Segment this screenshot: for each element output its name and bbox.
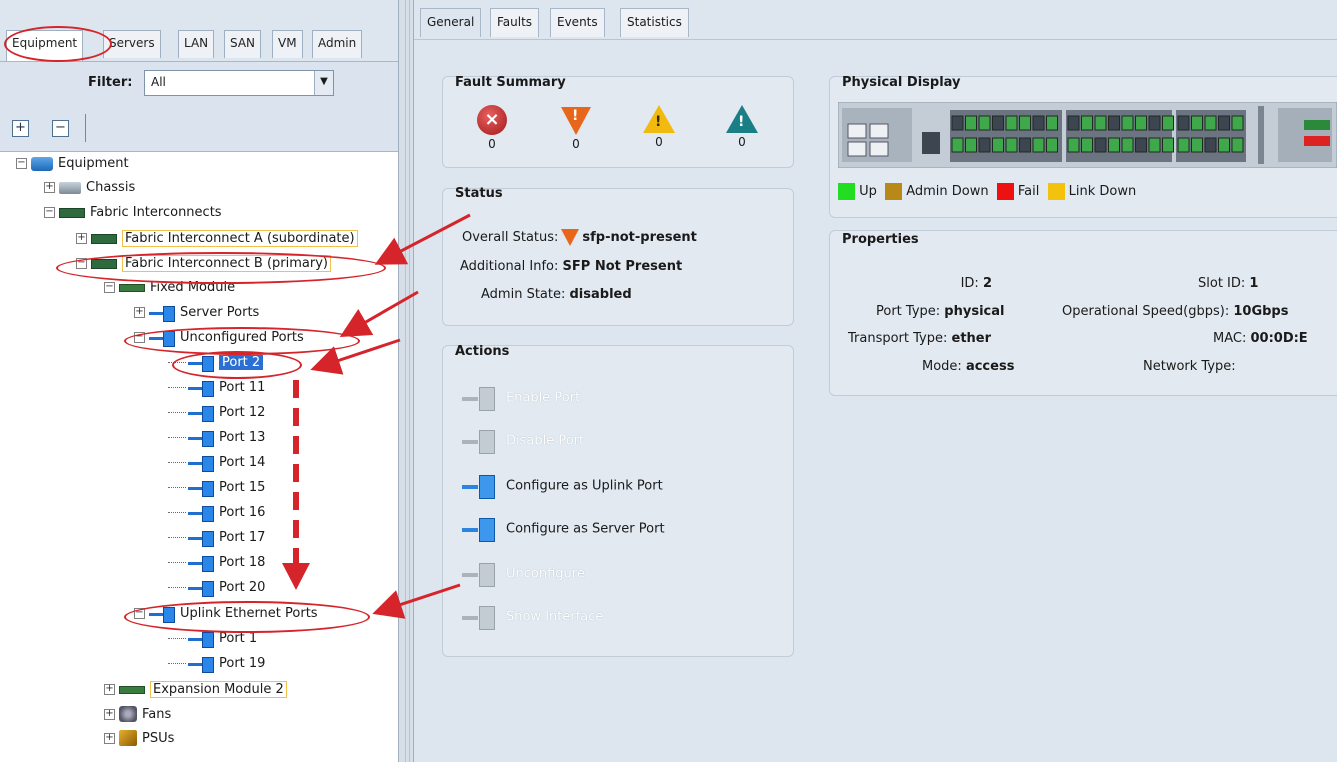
annotation-arrows xyxy=(282,213,471,619)
